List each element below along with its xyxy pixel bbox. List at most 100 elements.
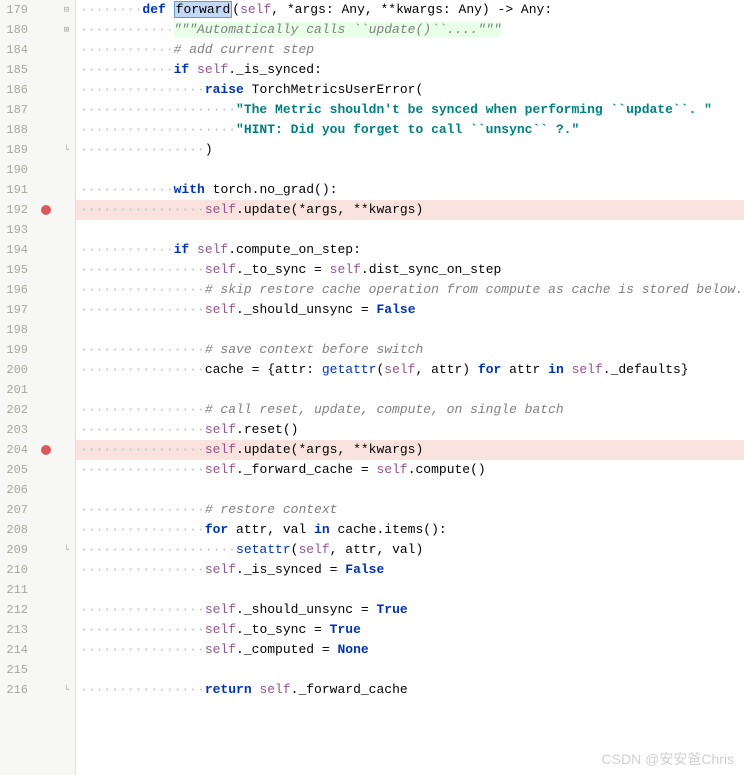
code-line[interactable]: ················self.reset() [76, 420, 744, 440]
code-line[interactable] [76, 160, 744, 180]
token-op: attr, val [228, 522, 314, 537]
token-comment: # save context before switch [205, 342, 423, 357]
token-comment: # call reset, update, compute, on single… [205, 402, 564, 417]
code-line[interactable]: ················) [76, 140, 744, 160]
fold-cell[interactable]: └ [64, 680, 69, 700]
code-line[interactable]: ················self._forward_cache = se… [76, 460, 744, 480]
line-number: 188 [0, 120, 28, 140]
code-area[interactable]: ········def forward(self, *args: Any, **… [76, 0, 744, 775]
code-line[interactable]: ················self._is_synced = False [76, 560, 744, 580]
token-dots: ········ [80, 2, 142, 17]
code-line[interactable]: ············"""Automatically calls ``upd… [76, 20, 744, 40]
code-line[interactable] [76, 480, 744, 500]
code-line[interactable]: ················self._should_unsync = Tr… [76, 600, 744, 620]
line-number: 185 [0, 60, 28, 80]
token-dots: ················ [80, 362, 205, 377]
code-line[interactable]: ····················"HINT: Did you forge… [76, 120, 744, 140]
token-str: "The Metric shouldn't be synced when per… [236, 102, 712, 117]
token-op: .compute() [408, 462, 486, 477]
code-line[interactable]: ················cache = {attr: getattr(s… [76, 360, 744, 380]
token-self: self [205, 422, 236, 437]
token-kw: if [174, 62, 197, 77]
fold-minus-icon[interactable]: ⊟ [64, 5, 69, 15]
fold-plus-icon[interactable]: ⊞ [64, 25, 69, 35]
line-number: 196 [0, 280, 28, 300]
line-number: 201 [0, 380, 28, 400]
line-number: 208 [0, 520, 28, 540]
line-number: 205 [0, 460, 28, 480]
breakpoint-gutter[interactable] [34, 0, 58, 775]
code-line[interactable] [76, 380, 744, 400]
token-self: self [205, 262, 236, 277]
code-line[interactable]: ················self.update(*args, **kwa… [76, 200, 744, 220]
token-dots: ···················· [80, 102, 236, 117]
code-line[interactable]: ············if self._is_synced: [76, 60, 744, 80]
token-op: ._is_synced: [228, 62, 322, 77]
fold-cell[interactable]: └ [64, 140, 69, 160]
code-line[interactable]: ····················"The Metric shouldn'… [76, 100, 744, 120]
token-dots: ············ [80, 242, 174, 257]
code-line[interactable]: ············if self.compute_on_step: [76, 240, 744, 260]
line-number: 192 [0, 200, 28, 220]
token-dots: ············ [80, 182, 174, 197]
token-op: .compute_on_step: [228, 242, 361, 257]
breakpoint-icon[interactable] [41, 205, 51, 215]
token-dots: ················ [80, 302, 205, 317]
token-op: , attr, val) [330, 542, 424, 557]
fold-cell[interactable]: ⊞ [64, 20, 69, 40]
code-line[interactable]: ················raise TorchMetricsUserEr… [76, 80, 744, 100]
token-op: .update(*args, **kwargs) [236, 442, 423, 457]
token-op: .dist_sync_on_step [361, 262, 501, 277]
token-fn: TorchMetricsUserError( [252, 82, 424, 97]
breakpoint-cell[interactable] [41, 200, 51, 220]
code-line[interactable]: ················# call reset, update, co… [76, 400, 744, 420]
token-self: self [205, 602, 236, 617]
token-self: self [572, 362, 603, 377]
fold-cell[interactable]: ⊟ [64, 0, 69, 20]
token-docstr: """Automatically calls ``update()``...."… [174, 22, 502, 37]
line-number: 187 [0, 100, 28, 120]
code-line[interactable]: ············with torch.no_grad(): [76, 180, 744, 200]
code-line[interactable]: ················for attr, val in cache.i… [76, 520, 744, 540]
token-dots: ················ [80, 82, 205, 97]
breakpoint-icon[interactable] [41, 445, 51, 455]
fold-cell[interactable]: └ [64, 540, 69, 560]
line-number: 212 [0, 600, 28, 620]
line-number: 213 [0, 620, 28, 640]
token-kw: raise [205, 82, 252, 97]
code-line[interactable]: ················# skip restore cache ope… [76, 280, 744, 300]
code-line[interactable]: ················self._to_sync = True [76, 620, 744, 640]
code-line[interactable] [76, 220, 744, 240]
token-self: self [259, 682, 290, 697]
line-number: 210 [0, 560, 28, 580]
code-line[interactable]: ············# add current step [76, 40, 744, 60]
code-line[interactable]: ················# save context before sw… [76, 340, 744, 360]
code-line[interactable] [76, 580, 744, 600]
token-op: .reset() [236, 422, 298, 437]
code-line[interactable]: ················self._should_unsync = Fa… [76, 300, 744, 320]
token-dots: ················ [80, 442, 205, 457]
token-op: ._to_sync = [236, 622, 330, 637]
line-number: 216 [0, 680, 28, 700]
code-line[interactable]: ················self.update(*args, **kwa… [76, 440, 744, 460]
token-dots: ················ [80, 522, 205, 537]
code-line[interactable]: ················self._to_sync = self.dis… [76, 260, 744, 280]
code-editor[interactable]: 1791801841851861871881891901911921931941… [0, 0, 744, 775]
line-number: 200 [0, 360, 28, 380]
line-number: 211 [0, 580, 28, 600]
code-line[interactable]: ········def forward(self, *args: Any, **… [76, 0, 744, 20]
code-line[interactable] [76, 660, 744, 680]
code-line[interactable]: ················self._computed = None [76, 640, 744, 660]
breakpoint-cell[interactable] [41, 440, 51, 460]
code-line[interactable] [76, 320, 744, 340]
token-dots: ············ [80, 22, 174, 37]
token-dots: ················ [80, 642, 205, 657]
token-op: ._defaults} [603, 362, 689, 377]
code-line[interactable]: ················return self._forward_cac… [76, 680, 744, 700]
fold-gutter[interactable]: ⊟ ⊞ └ └ └ [58, 0, 76, 775]
token-fn: torch.no_grad(): [213, 182, 338, 197]
code-line[interactable]: ················# restore context [76, 500, 744, 520]
token-comment: # add current step [174, 42, 314, 57]
code-line[interactable]: ····················setattr(self, attr, … [76, 540, 744, 560]
token-comment: # restore context [205, 502, 338, 517]
